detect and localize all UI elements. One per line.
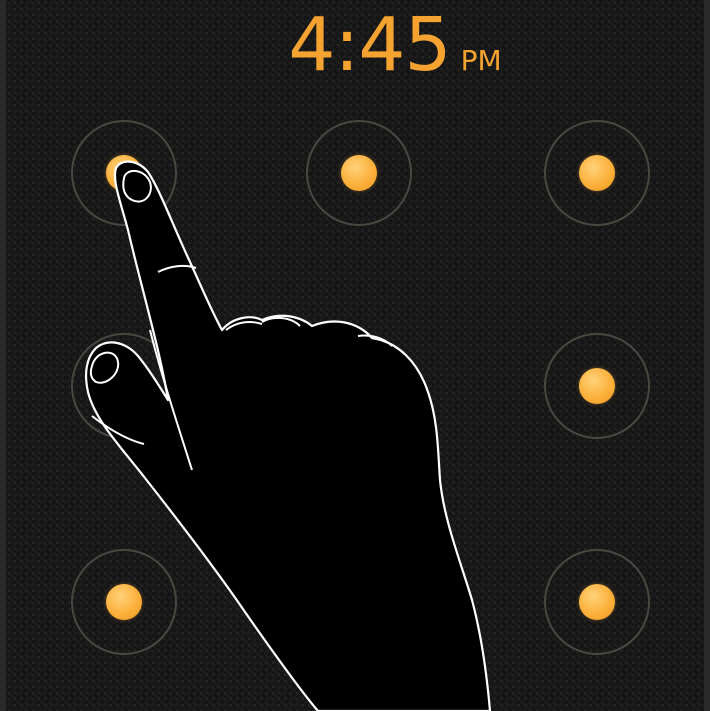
lock-screen: 4:45 PM bbox=[0, 0, 710, 711]
hand-silhouette bbox=[85, 160, 492, 711]
pointing-hand-icon bbox=[85, 160, 492, 711]
